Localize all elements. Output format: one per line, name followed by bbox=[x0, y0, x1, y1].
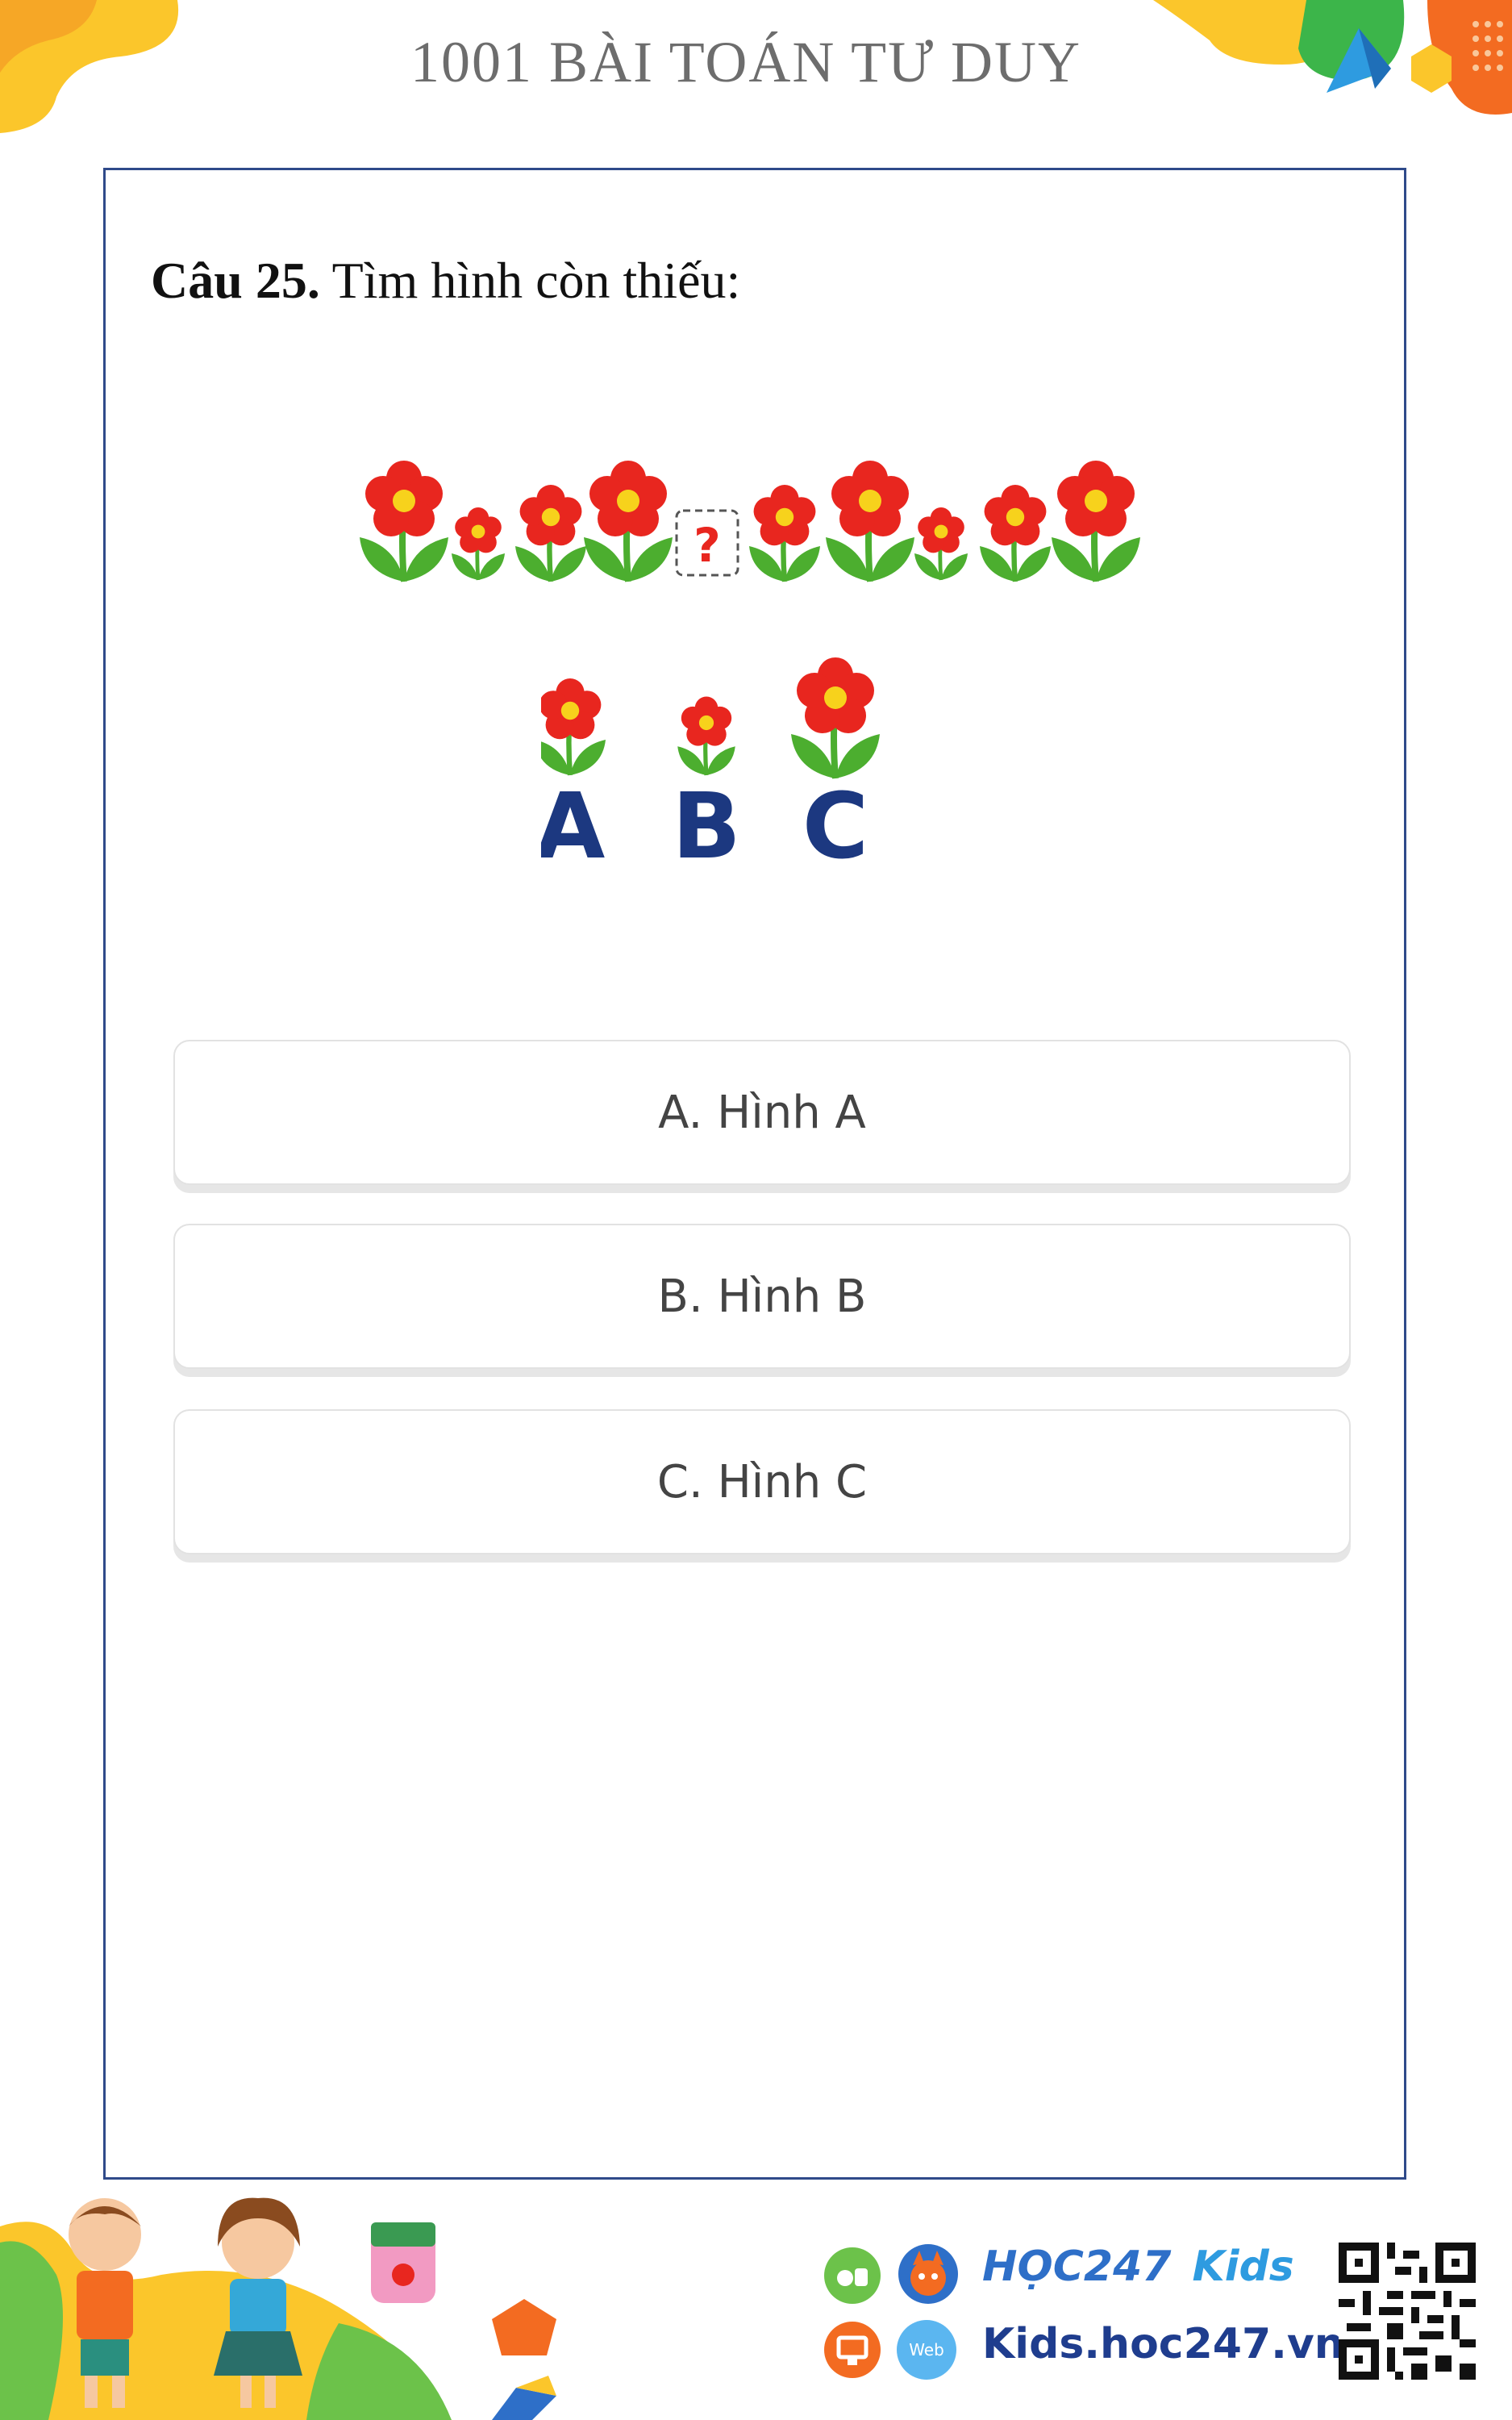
backpack-icon bbox=[371, 2222, 435, 2303]
mascot-icon[interactable] bbox=[897, 2243, 960, 2305]
answer-b-button[interactable]: B. Hình B bbox=[173, 1224, 1351, 1369]
answer-a-button[interactable]: A. Hình A bbox=[173, 1040, 1351, 1185]
brand-kids: Kids bbox=[1192, 2243, 1294, 2291]
brand-hoc247: HỌC247 bbox=[982, 2243, 1172, 2291]
flower-6 bbox=[749, 485, 820, 582]
missing-mark: ? bbox=[694, 518, 721, 573]
desktop-icon[interactable] bbox=[823, 2320, 882, 2380]
answer-c-button[interactable]: C. Hình C bbox=[173, 1409, 1351, 1554]
app-store-icon[interactable] bbox=[823, 2246, 882, 2305]
missing-slot: ? bbox=[675, 509, 739, 577]
option-b-letter: B bbox=[672, 774, 740, 879]
flower-4 bbox=[584, 461, 673, 582]
question-prompt: Tìm hình còn thiếu: bbox=[331, 252, 741, 309]
option-c-flower bbox=[791, 657, 880, 778]
option-a-flower bbox=[541, 678, 606, 775]
site-link[interactable]: Kids.hoc247.vn bbox=[982, 2320, 1344, 2368]
flower-3 bbox=[515, 485, 586, 582]
flower-sequence: ? bbox=[356, 436, 1170, 598]
kids-illustration bbox=[0, 2197, 556, 2420]
option-c-letter: C bbox=[802, 774, 868, 879]
flower-7 bbox=[826, 461, 914, 582]
option-figures: A B C bbox=[541, 638, 944, 879]
pentagon-icon bbox=[492, 2299, 556, 2355]
flower-10 bbox=[1052, 461, 1140, 582]
brand-logo[interactable]: HỌC247 Kids bbox=[982, 2243, 1294, 2291]
question-text: Câu 25. Tìm hình còn thiếu: bbox=[151, 251, 740, 311]
option-b-flower bbox=[677, 697, 735, 776]
question-card: Câu 25. Tìm hình còn thiếu: ? A B C A. H… bbox=[103, 168, 1406, 2180]
question-number: Câu 25. bbox=[151, 252, 320, 309]
flower-9 bbox=[980, 485, 1051, 582]
web-badge[interactable]: Web bbox=[897, 2320, 956, 2380]
flower-8 bbox=[914, 507, 968, 580]
option-a-letter: A bbox=[541, 774, 606, 879]
page-title: 1001 BÀI TOÁN TƯ DUY bbox=[410, 30, 1081, 94]
flower-2 bbox=[452, 507, 505, 580]
qr-code[interactable] bbox=[1339, 2243, 1476, 2380]
flower-1 bbox=[360, 461, 448, 582]
web-badge-label: Web bbox=[909, 2340, 944, 2360]
pencil-icon bbox=[492, 2376, 556, 2420]
